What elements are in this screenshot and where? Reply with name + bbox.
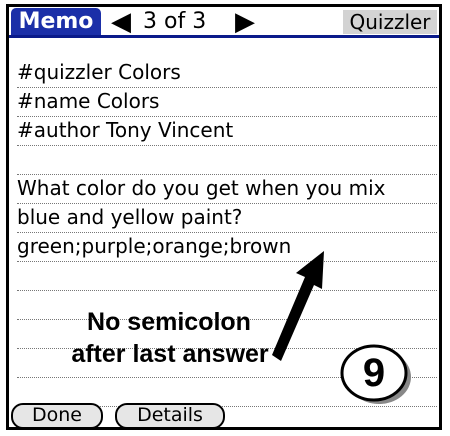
memo-line: #author Tony Vincent xyxy=(17,117,437,146)
memo-line: green;purple;orange;brown xyxy=(17,233,437,262)
done-button[interactable]: Done xyxy=(11,403,103,429)
next-record-button[interactable]: ▶ xyxy=(235,9,255,35)
memo-line: blue and yellow paint? xyxy=(17,204,437,233)
badge-number: 9 xyxy=(362,351,386,395)
triangle-right-icon: ▶ xyxy=(235,7,255,37)
app-title: Memo xyxy=(11,8,101,35)
memo-line: #quizzler Colors xyxy=(17,59,437,88)
page-indicator: 3 of 3 xyxy=(143,9,207,34)
triangle-left-icon: ◀ xyxy=(111,7,131,37)
memo-line xyxy=(17,146,437,175)
memo-line xyxy=(17,262,437,291)
title-bar: Memo ◀ 3 of 3 ▶ Quizzler xyxy=(9,7,439,38)
prev-record-button[interactable]: ◀ xyxy=(111,9,131,35)
memo-line: What color do you get when you mix xyxy=(17,175,437,204)
memo-window: Memo ◀ 3 of 3 ▶ Quizzler #quizzler Color… xyxy=(6,4,442,430)
details-button[interactable]: Details xyxy=(115,403,225,429)
annotation-line-1: No semicolon xyxy=(87,308,251,336)
memo-line: #name Colors xyxy=(17,88,437,117)
category-selector[interactable]: Quizzler xyxy=(341,10,437,34)
step-badge: 9 xyxy=(339,343,413,407)
arrow-up-right-icon xyxy=(272,251,324,361)
